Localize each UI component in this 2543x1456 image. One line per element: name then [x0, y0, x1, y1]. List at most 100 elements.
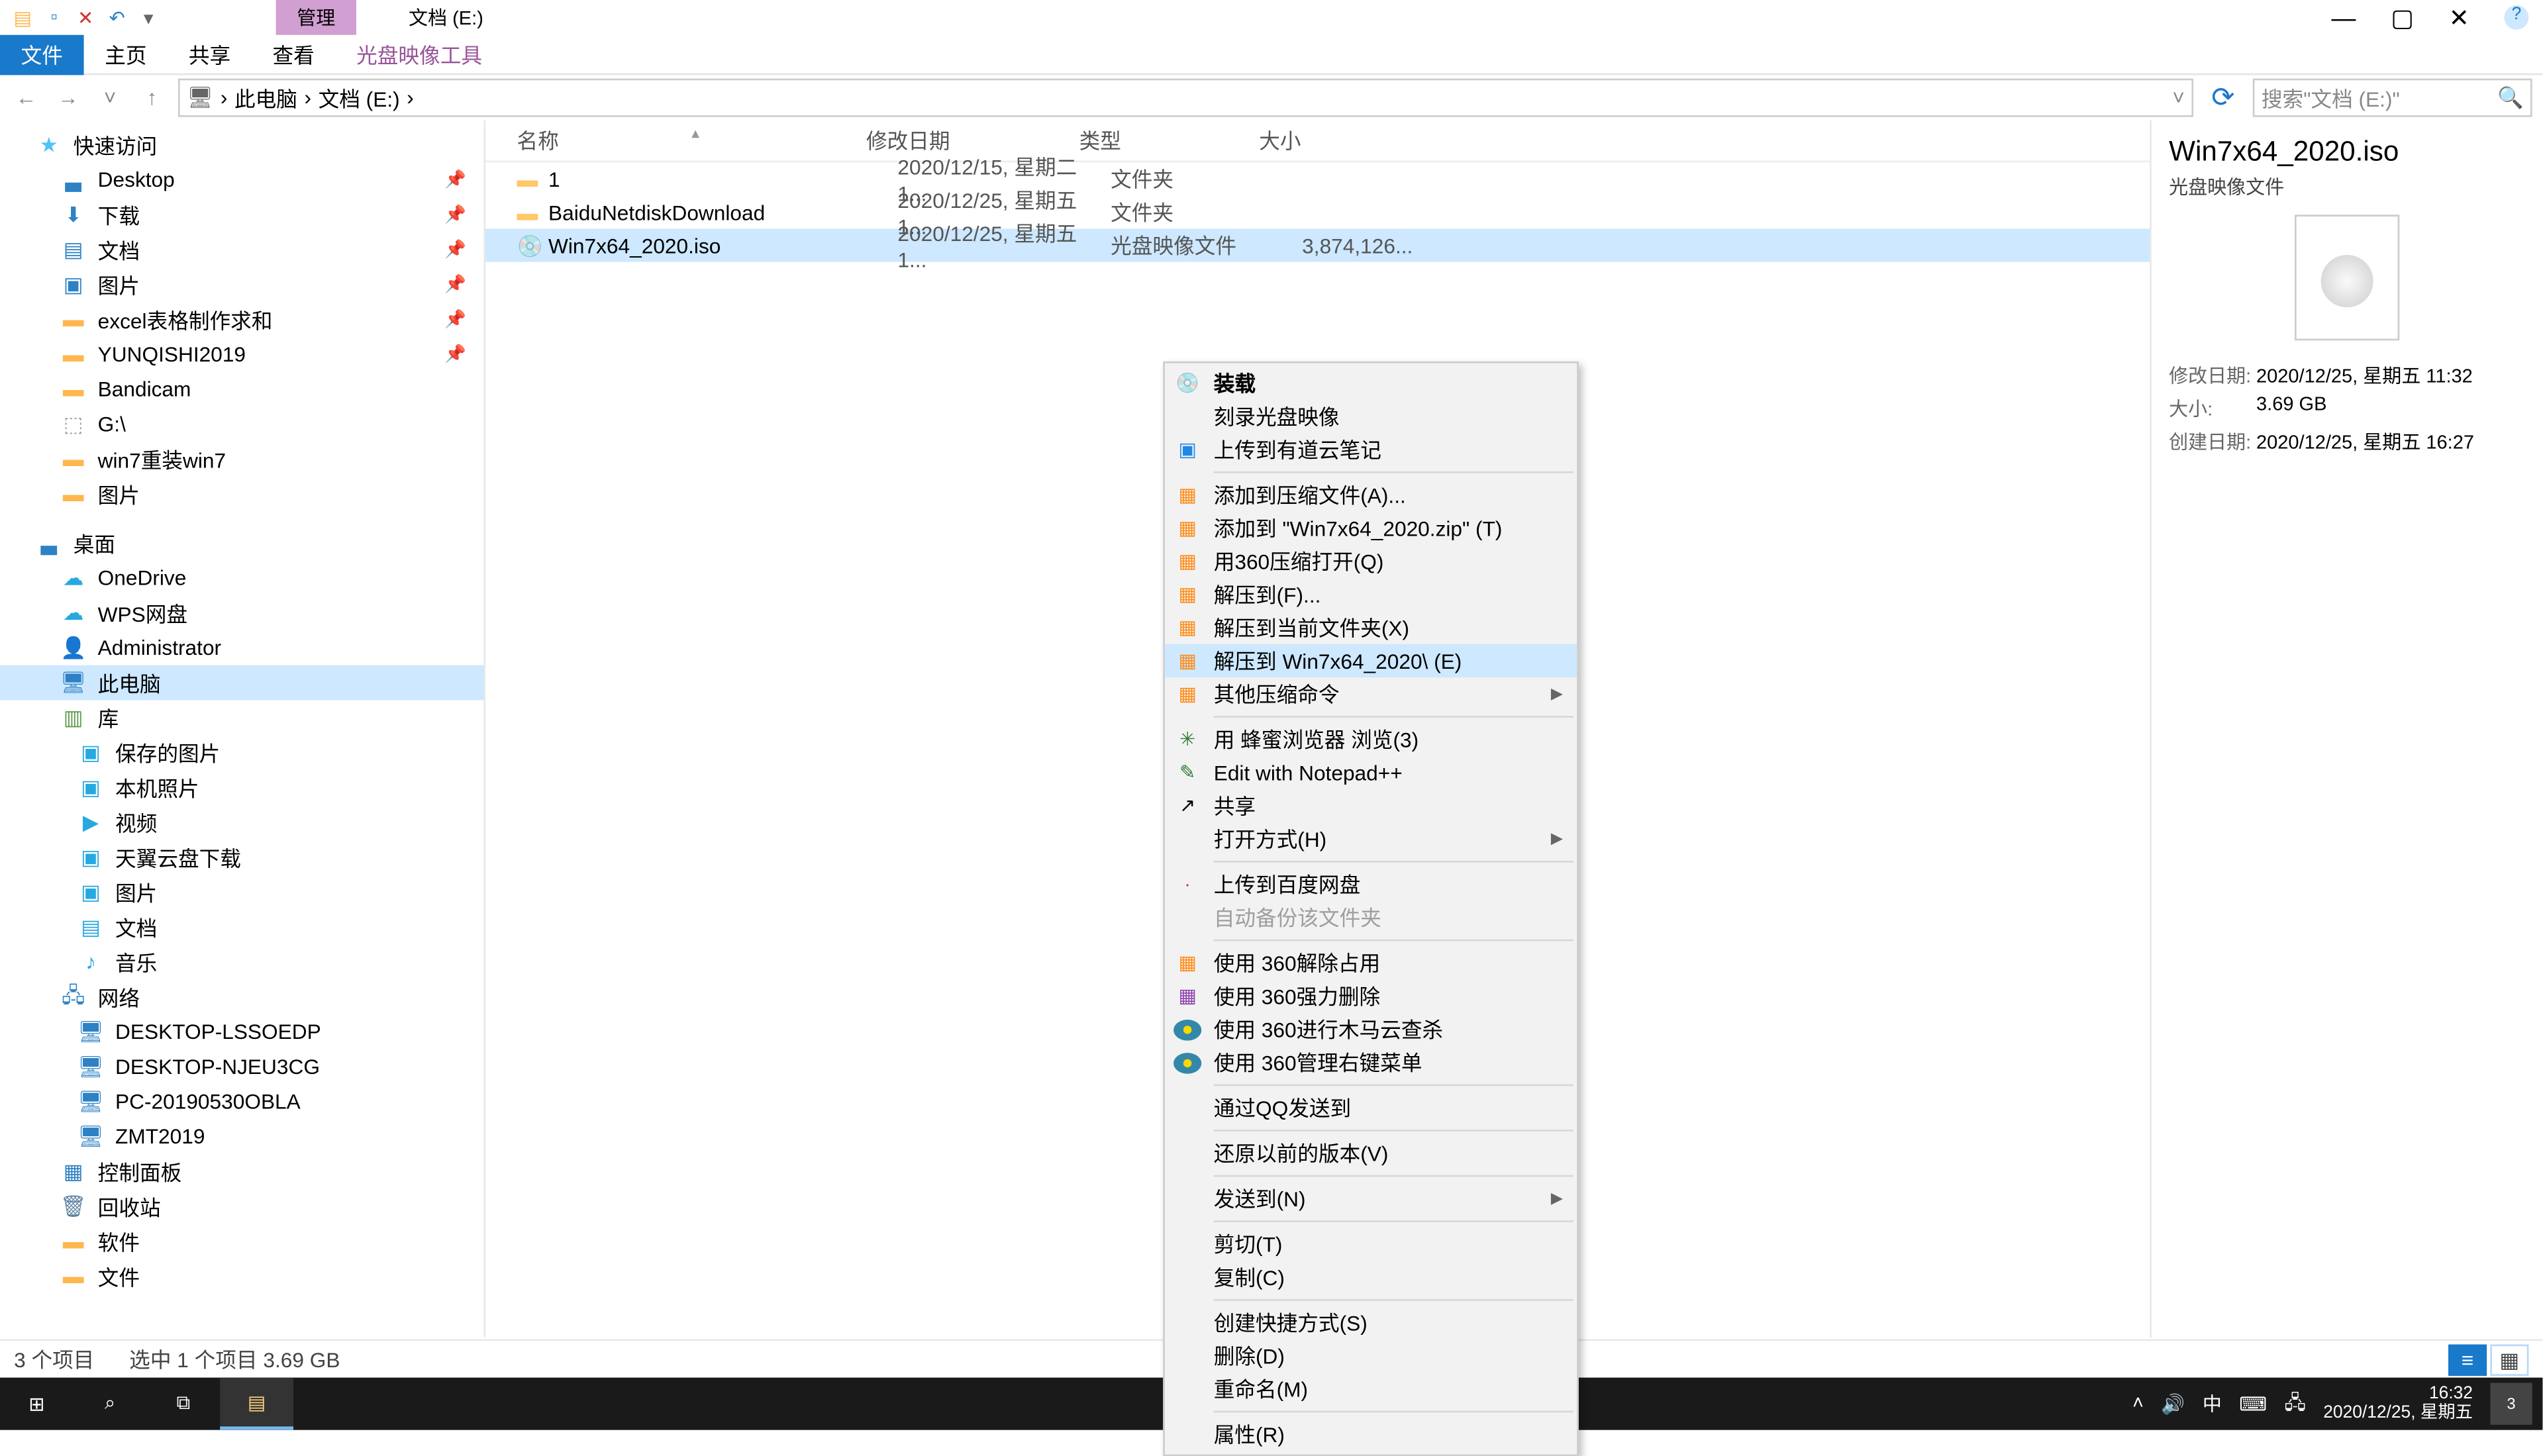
tree-quick-access[interactable]: ★快速访问 [0, 128, 483, 163]
menu-item[interactable]: 打开方式(H)▶ [1165, 822, 1577, 855]
breadcrumb-pc[interactable]: 此电脑 [234, 83, 297, 113]
tree-pics3[interactable]: ▣图片 [0, 875, 483, 910]
qat-dropdown-icon[interactable]: ▾ [136, 5, 161, 30]
nav-back-button[interactable]: ← [11, 82, 42, 113]
menu-item[interactable]: ▦解压到(F)... [1165, 578, 1577, 611]
menu-item[interactable]: ▦其他压缩命令▶ [1165, 677, 1577, 710]
tree-yun[interactable]: ▬YUNQISHI2019📌 [0, 337, 483, 372]
tray-chevron-icon[interactable]: ˄ [2132, 1393, 2144, 1414]
tree-lib[interactable]: ▥库 [0, 700, 483, 735]
tree-win7[interactable]: ▬win7重装win7 [0, 442, 483, 477]
menu-item[interactable]: 剪切(T) [1165, 1228, 1577, 1261]
ribbon-tab-disc-tools[interactable]: 光盘映像工具 [335, 34, 503, 74]
tree-download[interactable]: ⬇下载📌 [0, 197, 483, 232]
nav-history-dropdown[interactable]: ˅ [94, 82, 125, 113]
tree-excel[interactable]: ▬excel表格制作求和📌 [0, 302, 483, 337]
view-icons-button[interactable]: ▦ [2490, 1343, 2528, 1375]
tree-soft[interactable]: ▬软件 [0, 1224, 483, 1259]
ribbon-tab-home[interactable]: 主页 [84, 34, 168, 74]
view-details-button[interactable]: ≡ [2448, 1343, 2487, 1375]
menu-item[interactable]: ·上传到百度网盘 [1165, 868, 1577, 901]
menu-item[interactable]: 通过QQ发送到 [1165, 1091, 1577, 1124]
tree-recycle[interactable]: 🗑回收站 [0, 1189, 483, 1224]
tree-local[interactable]: ▣本机照片 [0, 770, 483, 805]
ribbon-tab-view[interactable]: 查看 [252, 34, 336, 74]
tree-files[interactable]: ▬文件 [0, 1259, 483, 1294]
task-view-button[interactable]: ⧉ [147, 1378, 221, 1430]
tree-desktop[interactable]: ▃Desktop📌 [0, 162, 483, 197]
taskbar-search-button[interactable]: ⌕ [74, 1378, 147, 1430]
qat-undo-icon[interactable]: ↶ [105, 5, 129, 30]
tree-music[interactable]: ♪音乐 [0, 945, 483, 980]
tree-bandicam[interactable]: ▬Bandicam [0, 372, 483, 407]
taskbar-explorer[interactable]: ▤ [220, 1378, 293, 1430]
menu-item[interactable]: ▣上传到有道云笔记 [1165, 433, 1577, 466]
tree-docs2[interactable]: ▤文档 [0, 910, 483, 945]
search-input[interactable]: 搜索"文档 (E:)" 🔍 [2253, 79, 2532, 117]
menu-item[interactable]: ▦使用 360解除占用 [1165, 946, 1577, 979]
tree-thispc[interactable]: 🖥此电脑 [0, 665, 483, 701]
file-row[interactable]: ▬12020/12/15, 星期二 1...文件夹 [485, 162, 2150, 195]
file-row[interactable]: 💿Win7x64_2020.iso2020/12/25, 星期五 1...光盘映… [485, 228, 2150, 262]
menu-item[interactable]: ✎Edit with Notepad++ [1165, 756, 1577, 789]
tray-input-icon[interactable]: ⌨ [2239, 1392, 2267, 1415]
menu-item[interactable]: ✳用 蜂蜜浏览器 浏览(3) [1165, 723, 1577, 756]
ribbon-tab-file[interactable]: 文件 [0, 34, 84, 74]
menu-item[interactable]: 还原以前的版本(V) [1165, 1137, 1577, 1170]
menu-item[interactable]: ●使用 360管理右键菜单 [1165, 1046, 1577, 1079]
tree-net1[interactable]: 🖥DESKTOP-LSSOEDP [0, 1014, 483, 1049]
menu-item[interactable]: ▦解压到 Win7x64_2020\ (E) [1165, 644, 1577, 677]
column-type[interactable]: 类型 [1079, 126, 1260, 156]
menu-item[interactable]: ●使用 360进行木马云查杀 [1165, 1012, 1577, 1045]
column-size[interactable]: 大小 [1259, 126, 1434, 156]
taskbar-clock[interactable]: 16:32 2020/12/25, 星期五 [2323, 1384, 2473, 1424]
refresh-button[interactable]: ⟳ [2204, 80, 2242, 115]
tree-saved[interactable]: ▣保存的图片 [0, 735, 483, 770]
qat-delete-icon[interactable]: ✕ [74, 5, 98, 30]
menu-item[interactable]: ▦添加到压缩文件(A)... [1165, 479, 1577, 512]
tree-pics[interactable]: ▣图片📌 [0, 267, 483, 302]
tree-onedrive[interactable]: ☁OneDrive [0, 560, 483, 595]
tree-cpanel[interactable]: ▦控制面板 [0, 1154, 483, 1189]
menu-item[interactable]: ↗共享 [1165, 789, 1577, 822]
tray-ime-icon[interactable]: 中 [2203, 1390, 2222, 1418]
maximize-button[interactable]: ▢ [2391, 3, 2414, 32]
breadcrumb-dropdown-icon[interactable]: ˅ [2172, 85, 2185, 110]
menu-item[interactable]: ▦用360压缩打开(Q) [1165, 545, 1577, 578]
tray-volume-icon[interactable]: 🔊 [2161, 1392, 2185, 1415]
menu-item[interactable]: 重命名(M) [1165, 1373, 1577, 1406]
file-row[interactable]: ▬BaiduNetdiskDownload2020/12/25, 星期五 1..… [485, 195, 2150, 228]
tree-admin[interactable]: 👤Administrator [0, 630, 483, 665]
help-icon[interactable]: ? [2504, 5, 2528, 30]
tree-video[interactable]: ▶视频 [0, 805, 483, 840]
start-button[interactable]: ⊞ [0, 1378, 74, 1430]
tree-desktop2[interactable]: ▃桌面 [0, 526, 483, 561]
nav-forward-button[interactable]: → [52, 82, 83, 113]
menu-item[interactable]: 发送到(N)▶ [1165, 1182, 1577, 1215]
close-button[interactable]: ✕ [2449, 3, 2469, 32]
menu-item[interactable]: 删除(D) [1165, 1339, 1577, 1373]
notification-center[interactable]: 3 [2490, 1383, 2532, 1425]
tree-net3[interactable]: 🖥PC-20190530OBLA [0, 1085, 483, 1120]
qat-prop-icon[interactable]: ▫ [42, 5, 66, 30]
menu-item[interactable]: ▦解压到当前文件夹(X) [1165, 611, 1577, 644]
tree-docs[interactable]: ▤文档📌 [0, 232, 483, 267]
tree-g[interactable]: ⬚G:\ [0, 407, 483, 442]
tree-tianyi[interactable]: ▣天翼云盘下载 [0, 840, 483, 875]
breadcrumb-e[interactable]: 文档 (E:) [319, 83, 400, 113]
tree-wps[interactable]: ☁WPS网盘 [0, 595, 483, 630]
menu-item[interactable]: ▦使用 360强力删除 [1165, 979, 1577, 1012]
tree-net4[interactable]: 🖥ZMT2019 [0, 1119, 483, 1154]
ribbon-tab-share[interactable]: 共享 [168, 34, 252, 74]
column-name[interactable]: 名称 [485, 126, 866, 156]
menu-item[interactable]: 属性(R) [1165, 1418, 1577, 1451]
menu-item[interactable]: 复制(C) [1165, 1261, 1577, 1294]
minimize-button[interactable]: — [2331, 3, 2356, 31]
menu-item[interactable]: 💿装载 [1165, 367, 1577, 400]
tree-pics2[interactable]: ▬图片 [0, 477, 483, 512]
nav-up-button[interactable]: ↑ [136, 82, 168, 113]
tree-net2[interactable]: 🖥DESKTOP-NJEU3CG [0, 1049, 483, 1085]
menu-item[interactable]: 创建快捷方式(S) [1165, 1306, 1577, 1339]
tray-network-icon[interactable]: 🖧 [2285, 1387, 2306, 1420]
menu-item[interactable]: ▦添加到 "Win7x64_2020.zip" (T) [1165, 512, 1577, 545]
